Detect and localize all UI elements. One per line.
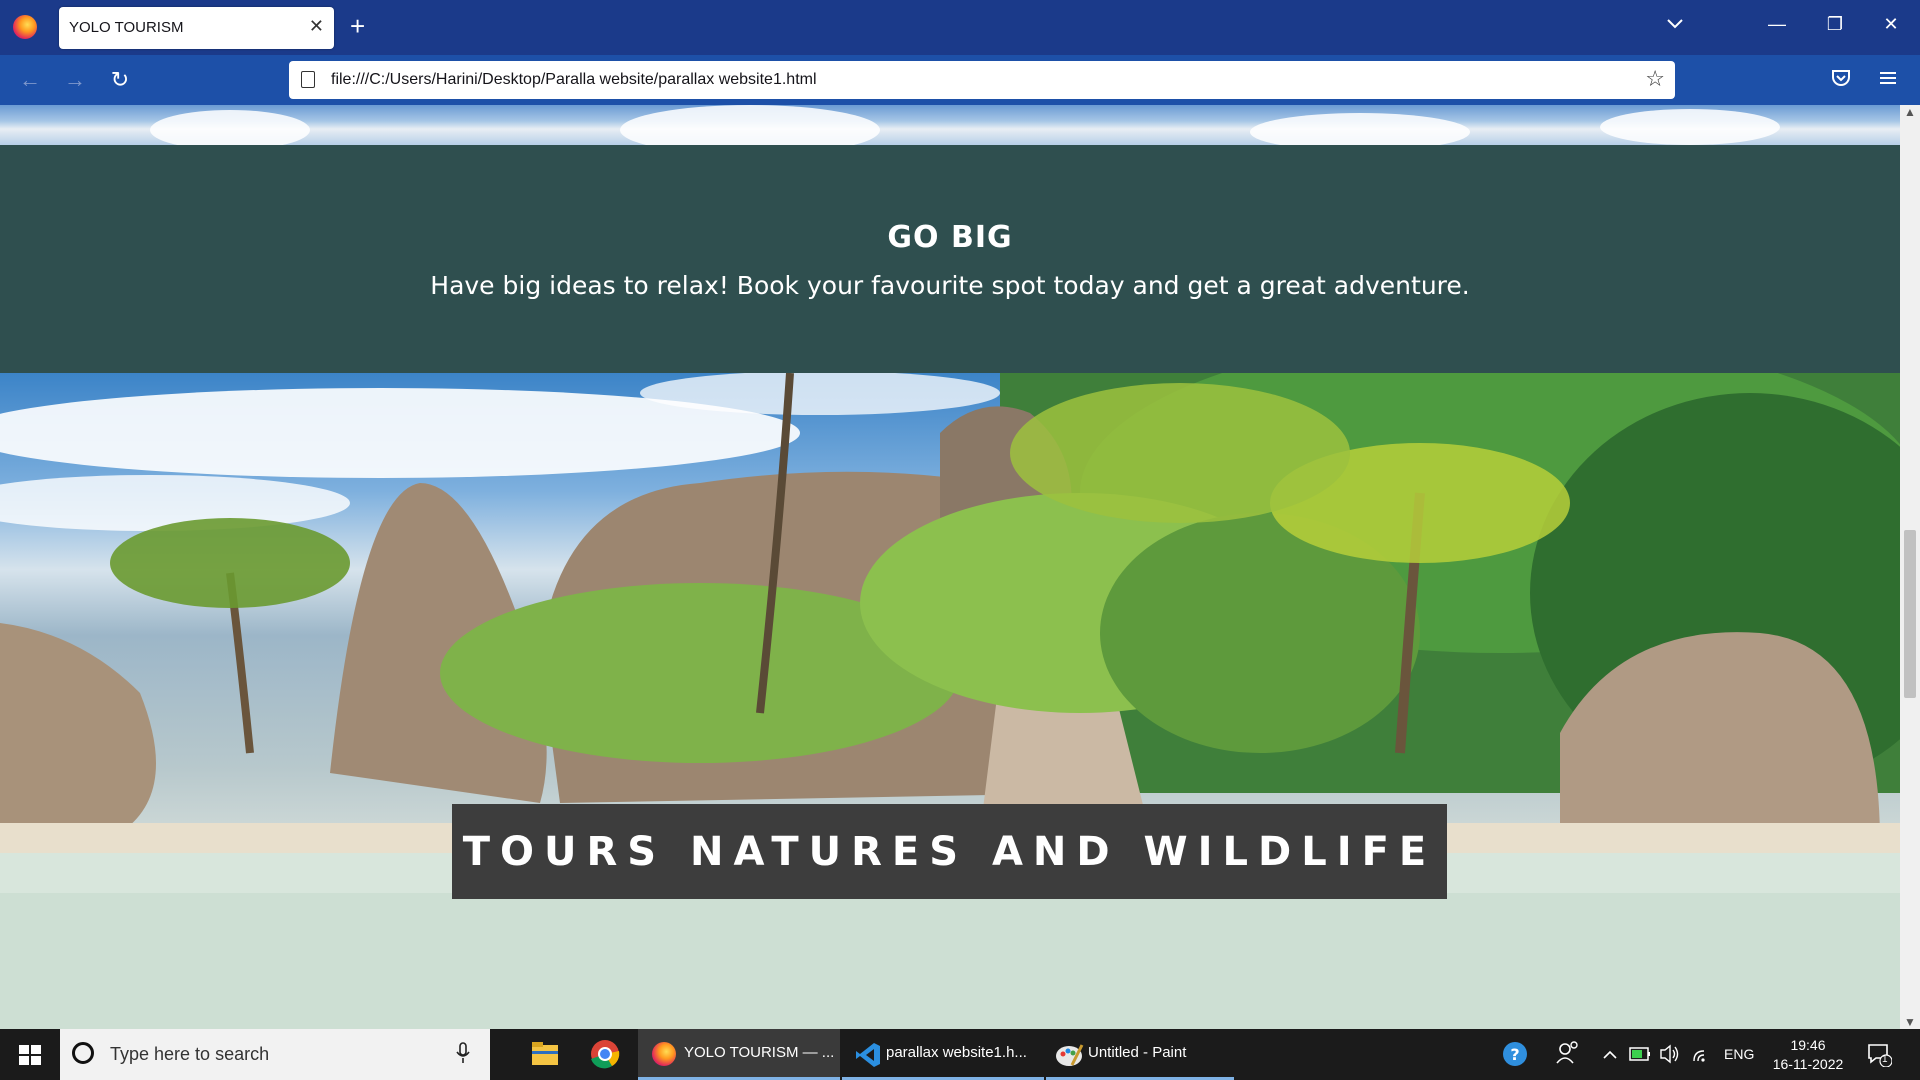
- taskbar-clock[interactable]: 19:46 16-11-2022: [1768, 1036, 1848, 1074]
- wifi-icon[interactable]: [1690, 1029, 1714, 1080]
- section-text: Have big ideas to relax! Book your favou…: [430, 271, 1470, 300]
- tab-yolo-tourism[interactable]: YOLO TOURISM ✕: [59, 7, 334, 49]
- file-explorer-icon[interactable]: [520, 1029, 570, 1080]
- search-placeholder: Type here to search: [110, 1044, 270, 1064]
- scroll-up-arrow-icon[interactable]: ▲: [1900, 105, 1920, 119]
- taskbar-app-firefox[interactable]: YOLO TOURISM — ...: [638, 1029, 840, 1080]
- people-icon[interactable]: [1554, 1029, 1580, 1080]
- back-button[interactable]: ←: [15, 65, 45, 95]
- hero-title: TOURS NATURES AND WILDLIFE: [462, 828, 1437, 875]
- microphone-icon[interactable]: [456, 1041, 470, 1065]
- parallax-sky-image: [0, 105, 1900, 155]
- tab-title: YOLO TOURISM: [69, 19, 184, 36]
- hamburger-menu-icon[interactable]: [1878, 68, 1898, 88]
- go-big-section: GO BIG Have big ideas to relax! Book you…: [0, 145, 1900, 373]
- new-tab-button[interactable]: +: [350, 12, 365, 40]
- browser-tab-bar: YOLO TOURISM ✕ + — ❐ ✕: [0, 0, 1920, 55]
- hero-title-box: TOURS NATURES AND WILDLIFE: [452, 804, 1447, 899]
- help-icon[interactable]: ?: [1500, 1029, 1530, 1080]
- restore-button[interactable]: ❐: [1820, 14, 1850, 34]
- minimize-button[interactable]: —: [1762, 14, 1792, 34]
- taskbar-app-label: YOLO TOURISM — ...: [684, 1044, 835, 1061]
- cortana-circle-icon: [72, 1042, 94, 1064]
- firefox-icon[interactable]: [13, 15, 37, 39]
- close-window-button[interactable]: ✕: [1876, 14, 1906, 34]
- volume-icon[interactable]: [1658, 1029, 1682, 1080]
- taskbar-app-label: parallax website1.h...: [886, 1044, 1027, 1061]
- reload-button[interactable]: ↻: [105, 65, 135, 95]
- notification-count: 1: [1882, 1054, 1888, 1065]
- pocket-icon[interactable]: [1831, 69, 1851, 87]
- parallax-hero-image: TOURS NATURES AND WILDLIFE: [0, 373, 1900, 1029]
- page-scrollbar[interactable]: ▲ ▼: [1900, 105, 1920, 1029]
- beach-scene-illustration: [0, 373, 1900, 1029]
- clock-date: 16-11-2022: [1772, 1056, 1844, 1072]
- battery-icon[interactable]: [1628, 1029, 1652, 1080]
- section-heading: GO BIG: [887, 220, 1013, 255]
- forward-button[interactable]: →: [60, 65, 90, 95]
- scroll-down-arrow-icon[interactable]: ▼: [1900, 1015, 1920, 1029]
- windows-taskbar: Type here to search YOLO TOURISM — ... p…: [0, 1029, 1920, 1080]
- url-text[interactable]: file:///C:/Users/Harini/Desktop/Paralla …: [331, 71, 817, 89]
- windows-start-icon[interactable]: [0, 1029, 60, 1080]
- page-viewport: GO BIG Have big ideas to relax! Book you…: [0, 105, 1900, 1029]
- bookmark-star-icon[interactable]: ☆: [1645, 67, 1665, 91]
- chrome-icon[interactable]: [580, 1029, 630, 1080]
- paint-icon: [1056, 1044, 1084, 1066]
- vscode-icon: [856, 1043, 880, 1067]
- svg-text:?: ?: [1510, 1045, 1519, 1064]
- taskbar-app-label: Untitled - Paint: [1088, 1044, 1187, 1061]
- taskbar-search-box[interactable]: Type here to search: [60, 1029, 490, 1080]
- firefox-icon: [652, 1042, 676, 1066]
- taskbar-app-vscode[interactable]: parallax website1.h...: [842, 1029, 1044, 1080]
- language-indicator[interactable]: ENG: [1724, 1046, 1754, 1062]
- tray-chevron-up-icon[interactable]: [1600, 1029, 1620, 1080]
- clock-time: 19:46: [1790, 1037, 1826, 1053]
- page-icon: [301, 71, 315, 88]
- tab-close-icon[interactable]: ✕: [309, 16, 324, 36]
- taskbar-app-paint[interactable]: Untitled - Paint: [1046, 1029, 1234, 1080]
- scrollbar-thumb[interactable]: [1904, 530, 1916, 698]
- address-bar[interactable]: file:///C:/Users/Harini/Desktop/Paralla …: [289, 61, 1675, 99]
- browser-nav-bar: ← → ↻ file:///C:/Users/Harini/Desktop/Pa…: [0, 55, 1920, 105]
- notification-center-icon[interactable]: 1: [1866, 1041, 1893, 1068]
- tab-list-chevron-icon[interactable]: [1665, 13, 1685, 33]
